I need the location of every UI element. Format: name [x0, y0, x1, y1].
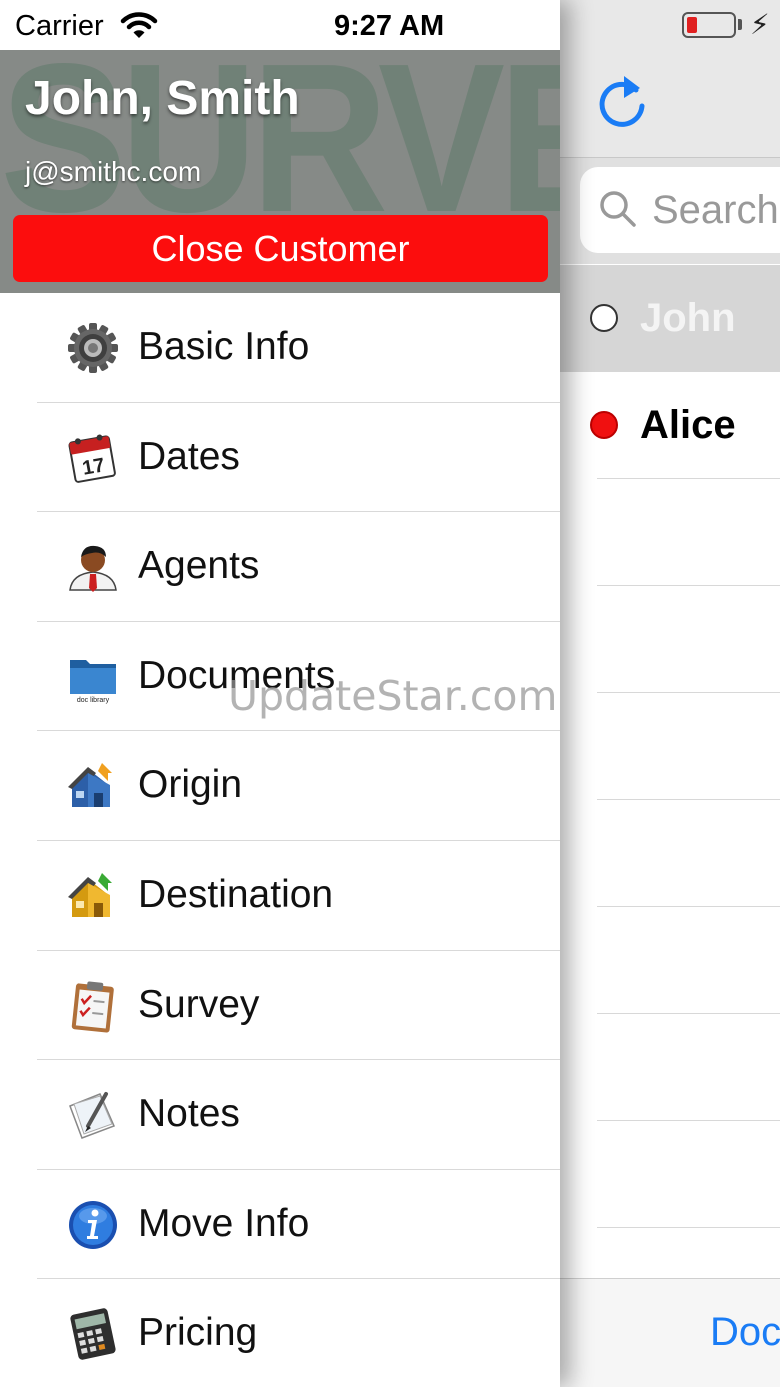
battery-level	[687, 17, 697, 33]
row-divider	[597, 1013, 780, 1014]
folder-icon: doc library	[70, 659, 116, 704]
search-placeholder: Search	[652, 188, 779, 232]
nav-bar	[560, 50, 780, 158]
menu-item-origin[interactable]: Origin	[0, 731, 560, 841]
row-divider	[597, 1227, 780, 1228]
search-input[interactable]: Search	[580, 167, 780, 253]
menu-item-survey[interactable]: Survey	[0, 951, 560, 1061]
menu-item-basic-info[interactable]: Basic Info	[0, 293, 560, 403]
menu-item-agents[interactable]: Agents	[0, 512, 560, 622]
menu-item-dates[interactable]: 17 Dates	[0, 403, 560, 513]
wifi-icon	[120, 12, 158, 38]
menu-item-label: Agents	[138, 544, 260, 588]
search-bar: Search	[560, 158, 780, 264]
drawer-menu: Basic Info 17 Dates Agents doc library D…	[0, 293, 560, 1387]
customer-email: j@smithc.com	[25, 156, 202, 187]
row-divider	[597, 906, 780, 907]
customer-row[interactable]: John	[560, 265, 780, 372]
close-customer-button[interactable]: Close Customer	[13, 215, 548, 282]
gear-icon	[68, 323, 118, 373]
customer-list-panel: ⚡︎ Search John Alice Doc	[560, 0, 780, 1387]
watermark-text: UpdateStar.com	[228, 672, 558, 720]
clipboard-icon	[71, 981, 114, 1033]
menu-item-label: Move Info	[138, 1201, 310, 1245]
origin-house-icon	[68, 763, 112, 808]
status-indicator-red	[590, 411, 618, 439]
drawer-header: SURVEY John, Smith j@smithc.com Close Cu…	[0, 50, 560, 293]
row-divider	[597, 585, 780, 586]
carrier-label: Carrier	[15, 10, 104, 42]
clock: 9:27 AM	[334, 10, 445, 42]
customer-name-title: John, Smith	[25, 72, 300, 125]
toolbar-doc-button[interactable]: Doc	[710, 1309, 780, 1355]
row-divider	[597, 799, 780, 800]
menu-item-label: Basic Info	[138, 325, 310, 368]
menu-item-label: Destination	[138, 872, 334, 916]
menu-item-destination[interactable]: Destination	[0, 841, 560, 951]
customer-name: John	[640, 296, 736, 340]
calendar-icon: 17	[68, 434, 116, 483]
info-icon	[69, 1200, 117, 1249]
menu-item-pricing[interactable]: Pricing	[0, 1279, 560, 1387]
destination-house-icon	[68, 872, 112, 917]
agent-icon	[69, 546, 117, 593]
status-indicator-empty	[590, 304, 618, 332]
menu-item-label: Origin	[138, 763, 243, 807]
customer-name: Alice	[640, 403, 736, 447]
battery-icon	[682, 12, 736, 38]
customer-row[interactable]: Alice	[560, 372, 780, 479]
status-bar: Carrier 9:27 AM	[0, 0, 560, 50]
row-divider	[597, 478, 780, 479]
calculator-icon	[70, 1308, 116, 1361]
notepad-icon	[69, 1092, 116, 1140]
menu-item-label: Survey	[138, 982, 260, 1026]
svg-text:17: 17	[81, 454, 107, 480]
bottom-toolbar: Doc	[560, 1278, 780, 1387]
menu-item-label: Pricing	[138, 1311, 258, 1355]
menu-item-label: Notes	[138, 1092, 240, 1136]
menu-item-label: Dates	[138, 434, 240, 478]
row-divider	[597, 1120, 780, 1121]
menu-item-move-info[interactable]: Move Info	[0, 1170, 560, 1280]
folder-icon-caption: doc library	[77, 697, 110, 704]
row-divider	[597, 692, 780, 693]
search-icon	[600, 191, 636, 227]
battery-nub	[738, 19, 742, 30]
status-bar-right: ⚡︎	[560, 0, 780, 50]
charging-icon: ⚡︎	[750, 9, 770, 40]
menu-item-notes[interactable]: Notes	[0, 1060, 560, 1170]
refresh-icon[interactable]	[596, 74, 648, 130]
